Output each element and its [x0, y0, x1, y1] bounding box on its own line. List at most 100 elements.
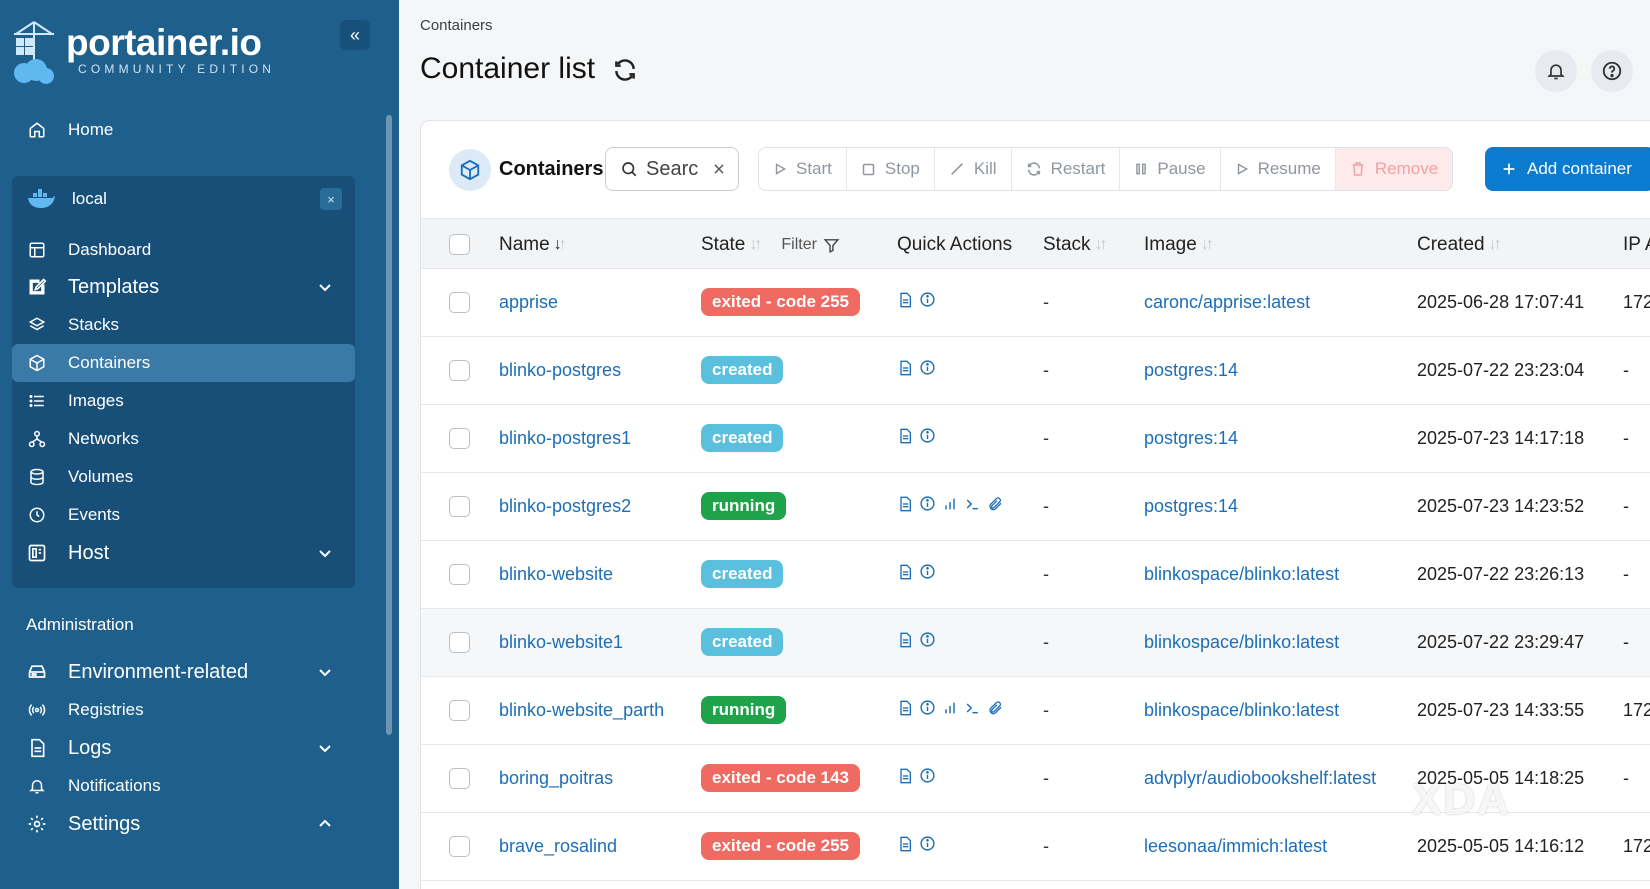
image-link[interactable]: postgres:14	[1144, 496, 1238, 517]
collapse-sidebar-button[interactable]: «	[340, 20, 370, 50]
sidebar-item-registries[interactable]: Registries	[12, 691, 355, 729]
remove-button[interactable]: Remove	[1335, 148, 1453, 190]
container-name-link[interactable]: blinko-website	[499, 564, 613, 585]
kill-button[interactable]: Kill	[935, 148, 1012, 190]
add-container-label: Add container	[1527, 159, 1632, 178]
inspect-icon[interactable]	[919, 631, 936, 648]
help-button[interactable]	[1591, 50, 1633, 92]
play-icon	[1237, 163, 1248, 175]
row-checkbox[interactable]	[449, 496, 470, 517]
attach-icon[interactable]	[987, 496, 1003, 512]
refresh-icon[interactable]	[612, 57, 638, 83]
logs-icon[interactable]	[897, 836, 913, 852]
sidebar-item-environment-related[interactable]: Environment-related	[12, 653, 355, 691]
sidebar-item-host[interactable]: Host	[12, 534, 355, 572]
environment-local[interactable]: local	[12, 180, 355, 218]
sidebar-item-home[interactable]: Home	[12, 111, 355, 149]
row-checkbox[interactable]	[449, 768, 470, 789]
container-name-link[interactable]: blinko-postgres2	[499, 496, 631, 517]
inspect-icon[interactable]	[919, 495, 936, 512]
sidebar-item-settings[interactable]: Settings	[12, 805, 355, 843]
container-name-link[interactable]: blinko-postgres	[499, 360, 621, 381]
stats-icon[interactable]	[942, 496, 958, 512]
console-icon[interactable]	[964, 700, 981, 716]
row-checkbox[interactable]	[449, 292, 470, 313]
sidebar-scrollbar[interactable]	[386, 115, 392, 735]
column-created[interactable]: Created ↓↑	[1417, 234, 1502, 256]
sidebar-item-events[interactable]: Events	[12, 496, 355, 534]
sidebar-item-volumes[interactable]: Volumes	[12, 458, 355, 496]
row-checkbox[interactable]	[449, 700, 470, 721]
inspect-icon[interactable]	[919, 563, 936, 580]
image-link[interactable]: blinkospace/blinko:latest	[1144, 632, 1339, 653]
environment-close-button[interactable]: ×	[320, 188, 342, 210]
container-name-link[interactable]: blinko-website1	[499, 632, 623, 653]
container-name-link[interactable]: brave_rosalind	[499, 836, 617, 857]
refresh-icon	[1027, 162, 1040, 176]
container-name-link[interactable]: boring_poitras	[499, 768, 613, 789]
logs-icon[interactable]	[897, 496, 913, 512]
image-link[interactable]: caronc/apprise:latest	[1144, 292, 1310, 313]
sidebar-item-networks[interactable]: Networks	[12, 420, 355, 458]
column-state[interactable]: State ↓↑ Filter	[701, 234, 840, 256]
add-container-button[interactable]: Add container	[1485, 147, 1650, 191]
sidebar-item-templates[interactable]: Templates	[12, 268, 355, 306]
logs-icon[interactable]	[897, 292, 913, 308]
row-checkbox[interactable]	[449, 632, 470, 653]
row-checkbox[interactable]	[449, 564, 470, 585]
sidebar-item-logs[interactable]: Logs	[12, 729, 355, 767]
logs-icon[interactable]	[897, 632, 913, 648]
logs-icon[interactable]	[897, 564, 913, 580]
start-button[interactable]: Start	[759, 148, 847, 190]
image-link[interactable]: postgres:14	[1144, 360, 1238, 381]
logs-icon[interactable]	[897, 768, 913, 784]
stop-button[interactable]: Stop	[847, 148, 935, 190]
select-all-checkbox[interactable]	[449, 234, 470, 255]
logs-icon[interactable]	[897, 428, 913, 444]
console-icon[interactable]	[964, 496, 981, 512]
inspect-icon[interactable]	[919, 427, 936, 444]
inspect-icon[interactable]	[919, 359, 936, 376]
row-checkbox[interactable]	[449, 836, 470, 857]
portainer-logo[interactable]: portainer.io COMMUNITY EDITION	[10, 18, 300, 86]
image-link[interactable]: leesonaa/immich:latest	[1144, 836, 1327, 857]
sidebar-item-stacks[interactable]: Stacks	[12, 306, 355, 344]
row-checkbox[interactable]	[449, 428, 470, 449]
inspect-icon[interactable]	[919, 767, 936, 784]
state-filter[interactable]: Filter	[781, 236, 840, 254]
logs-icon[interactable]	[897, 360, 913, 376]
attach-icon[interactable]	[987, 700, 1003, 716]
image-link[interactable]: blinkospace/blinko:latest	[1144, 700, 1339, 721]
column-stack[interactable]: Stack ↓↑	[1043, 234, 1108, 256]
stats-icon[interactable]	[942, 700, 958, 716]
image-link[interactable]: advplyr/audiobookshelf:latest	[1144, 768, 1376, 789]
inspect-icon[interactable]	[919, 835, 936, 852]
inspect-icon[interactable]	[919, 291, 936, 308]
sidebar-item-containers[interactable]: Containers	[12, 344, 355, 382]
column-image[interactable]: Image ↓↑	[1144, 234, 1214, 256]
inspect-icon[interactable]	[919, 699, 936, 716]
clear-search-icon[interactable]	[712, 162, 726, 176]
notifications-button[interactable]	[1535, 50, 1577, 92]
pause-button[interactable]: Pause	[1120, 148, 1221, 190]
stack-cell: -	[1043, 360, 1049, 380]
container-name-link[interactable]: blinko-website_parth	[499, 700, 664, 721]
container-name-link[interactable]: blinko-postgres1	[499, 428, 631, 449]
resume-button[interactable]: Resume	[1221, 148, 1336, 190]
sidebar-item-notifications[interactable]: Notifications	[12, 767, 355, 805]
row-checkbox[interactable]	[449, 360, 470, 381]
container-name-link[interactable]: apprise	[499, 292, 558, 313]
column-ip[interactable]: IP A	[1623, 234, 1650, 256]
sidebar-item-dashboard[interactable]: Dashboard	[12, 231, 355, 269]
breadcrumb[interactable]: Containers	[420, 17, 493, 34]
list-icon	[26, 390, 48, 412]
created-cell: 2025-07-23 14:33:55	[1417, 700, 1585, 720]
logs-icon[interactable]	[897, 700, 913, 716]
sidebar-item-images[interactable]: Images	[12, 382, 355, 420]
image-link[interactable]: postgres:14	[1144, 428, 1238, 449]
column-name[interactable]: Name ↓↑	[499, 234, 567, 256]
restart-button[interactable]: Restart	[1012, 148, 1121, 190]
image-link[interactable]: blinkospace/blinko:latest	[1144, 564, 1339, 585]
quick-actions	[897, 563, 936, 580]
search-input[interactable]	[646, 157, 710, 181]
